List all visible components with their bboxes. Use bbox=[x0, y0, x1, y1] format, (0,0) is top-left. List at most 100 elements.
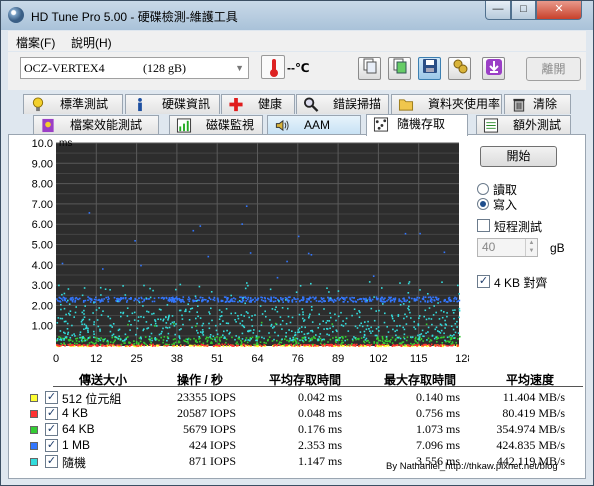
chart-point bbox=[389, 341, 391, 343]
chart-point bbox=[56, 298, 58, 300]
minimize-button[interactable]: — bbox=[485, 1, 511, 20]
chart-point bbox=[111, 334, 114, 337]
chart-point bbox=[297, 329, 300, 331]
chart-point bbox=[273, 345, 275, 347]
copy-screenshot-button[interactable] bbox=[388, 57, 411, 80]
tab-health[interactable]: 健康 bbox=[221, 94, 295, 114]
tab-random-access[interactable]: 隨機存取 bbox=[366, 114, 468, 136]
tab-file-benchmark[interactable]: 檔案效能測試 bbox=[33, 115, 159, 135]
series-visible-checkbox[interactable]: ✓ bbox=[45, 455, 58, 468]
chart-point bbox=[93, 336, 95, 339]
tab-folder-usage[interactable]: 資料夾使用率 bbox=[391, 94, 502, 114]
chart-point bbox=[192, 229, 195, 232]
menu-help[interactable]: 說明(H) bbox=[71, 34, 112, 51]
chart-point bbox=[154, 337, 157, 339]
chart-point bbox=[174, 298, 176, 300]
chart-point bbox=[156, 325, 158, 327]
chart-point bbox=[444, 319, 446, 322]
chart-point bbox=[239, 296, 241, 298]
tab-extra-tests[interactable]: 額外測試 bbox=[476, 115, 571, 135]
short-test-size-input[interactable]: 40 ▲ ▼ bbox=[477, 238, 538, 257]
series-visible-checkbox[interactable]: ✓ bbox=[45, 423, 58, 436]
chart-point bbox=[218, 337, 221, 339]
chart-point bbox=[430, 343, 433, 346]
align-4kb-checkbox[interactable]: ✓ bbox=[477, 275, 490, 288]
chart-point bbox=[276, 310, 279, 313]
exit-button[interactable]: 離開 bbox=[526, 57, 581, 81]
chart-point bbox=[366, 324, 369, 327]
maximize-button[interactable]: □ bbox=[511, 1, 536, 20]
close-button[interactable]: ✕ bbox=[536, 1, 582, 20]
menu-file[interactable]: 檔案(F) bbox=[16, 34, 55, 51]
chart-point bbox=[209, 336, 211, 338]
chart-point bbox=[196, 299, 198, 302]
chart-point bbox=[173, 321, 175, 323]
chart-point bbox=[209, 313, 211, 315]
tab-info[interactable]: 硬碟資訊 bbox=[125, 94, 220, 114]
tab-erase[interactable]: 清除 bbox=[504, 94, 571, 114]
chart-point bbox=[384, 339, 387, 342]
options-button[interactable] bbox=[448, 57, 471, 80]
chart-point bbox=[370, 307, 373, 310]
chart-point bbox=[245, 205, 248, 207]
chart-point bbox=[120, 343, 123, 346]
chart-point bbox=[271, 327, 274, 329]
copy-info-button[interactable] bbox=[358, 57, 381, 80]
spin-arrows-icon[interactable]: ▲ ▼ bbox=[525, 239, 537, 256]
chart-point bbox=[160, 336, 162, 339]
chart-point bbox=[346, 338, 349, 341]
chart-point bbox=[416, 296, 419, 299]
chart-point bbox=[417, 324, 420, 327]
chart-point bbox=[342, 325, 345, 327]
tab-aam[interactable]: AAM bbox=[267, 115, 361, 135]
tab-disk-monitor[interactable]: 磁碟監視 bbox=[169, 115, 263, 135]
series-visible-checkbox[interactable]: ✓ bbox=[45, 407, 58, 420]
title-bar[interactable]: HD Tune Pro 5.00 - 硬碟檢測-維護工具 — □ ✕ bbox=[1, 1, 593, 30]
chart-point bbox=[293, 344, 296, 346]
chart-point bbox=[126, 315, 129, 317]
chart-point bbox=[142, 305, 144, 307]
tab-error-scan[interactable]: 錯誤掃描 bbox=[296, 94, 389, 114]
chart-point bbox=[205, 336, 208, 339]
chart-point bbox=[223, 296, 226, 298]
chart-point bbox=[201, 299, 203, 302]
chart-point bbox=[368, 281, 371, 283]
chart-point bbox=[407, 292, 410, 294]
short-test-checkbox[interactable] bbox=[477, 219, 490, 232]
chart-point bbox=[222, 320, 224, 322]
chart-point bbox=[453, 334, 455, 336]
tab-benchmark[interactable]: 標準測試 bbox=[23, 94, 123, 114]
drive-select[interactable]: OCZ-VERTEX4 (128 gB) ▼ bbox=[20, 57, 249, 79]
chart-point bbox=[143, 284, 145, 287]
chart-point bbox=[169, 298, 171, 301]
chart-point bbox=[99, 328, 101, 331]
chart-point bbox=[83, 309, 85, 312]
chart-point bbox=[274, 297, 277, 299]
chart-point bbox=[136, 327, 139, 330]
chart-point bbox=[379, 339, 382, 342]
chart-point bbox=[239, 322, 241, 325]
chart-point bbox=[422, 340, 424, 342]
read-radio[interactable] bbox=[477, 183, 489, 195]
chart-point bbox=[366, 299, 368, 302]
series-visible-checkbox[interactable]: ✓ bbox=[45, 391, 58, 404]
download-button[interactable] bbox=[482, 57, 505, 80]
chart-point bbox=[418, 317, 420, 319]
series-visible-checkbox[interactable]: ✓ bbox=[45, 439, 58, 452]
chart-point bbox=[368, 300, 371, 302]
chart-point bbox=[145, 297, 148, 299]
chart-point bbox=[361, 325, 364, 328]
chart-point bbox=[303, 320, 305, 322]
write-radio[interactable] bbox=[477, 198, 489, 210]
chart-point bbox=[302, 339, 304, 342]
chart-point bbox=[294, 331, 297, 334]
chart-point bbox=[338, 344, 341, 347]
chart-point bbox=[420, 337, 423, 340]
start-button[interactable]: 開始 bbox=[480, 146, 557, 167]
chart-point bbox=[225, 308, 228, 310]
chart-point bbox=[420, 333, 423, 335]
chart-point bbox=[441, 316, 444, 319]
save-button[interactable] bbox=[418, 57, 441, 80]
chart-point bbox=[274, 308, 276, 311]
chart-point bbox=[291, 344, 293, 347]
